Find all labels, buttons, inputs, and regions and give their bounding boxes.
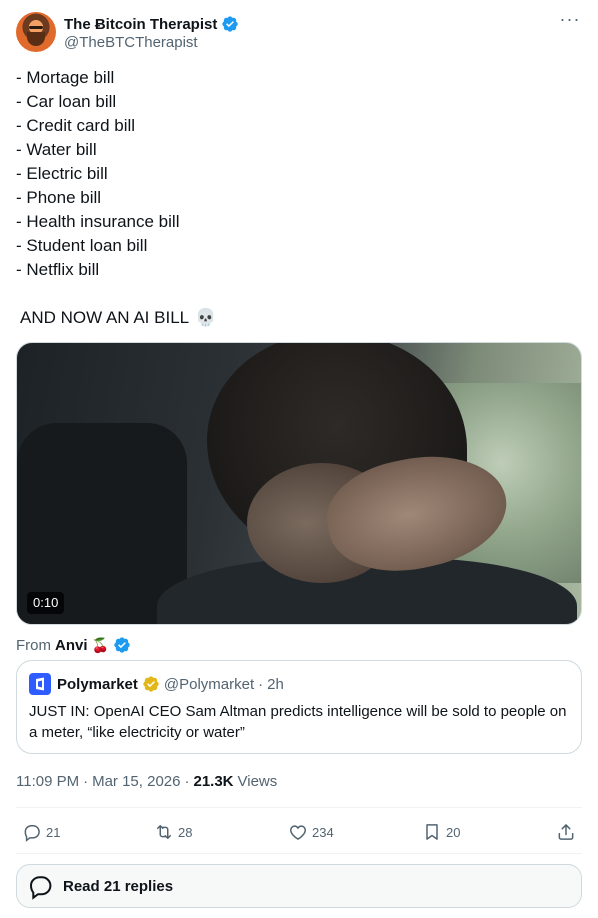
quoted-tweet[interactable]: Polymarket @Polymarket · 2h JUST IN: Ope… [16, 660, 582, 754]
closing-text: AND NOW AN AI BILL [20, 308, 190, 327]
divider [16, 853, 582, 854]
repost-count: 28 [178, 824, 193, 840]
closing-line: AND NOW AN AI BILL 💀 [20, 306, 216, 330]
tweet-text: - Mortage bill - Car loan bill - Credit … [16, 66, 582, 282]
bill-line: - Car loan bill [16, 92, 117, 111]
from-prefix: From [16, 636, 51, 654]
verified-badge-icon [222, 16, 239, 32]
cherry-emoji-icon: 🍒 [91, 636, 109, 653]
bill-line: - Mortage bill [16, 68, 115, 87]
like-count: 234 [312, 824, 334, 840]
divider [16, 807, 582, 808]
avatar-beard [27, 32, 45, 46]
heart-icon [290, 825, 306, 840]
bill-line: - Electric bill [16, 164, 108, 183]
reply-icon [24, 825, 40, 842]
meta-separator: · [83, 772, 89, 790]
bookmark-icon [426, 824, 438, 840]
reply-button[interactable]: 21 [22, 818, 60, 846]
from-source[interactable]: Anvi [55, 637, 88, 654]
tweet-date[interactable]: Mar 15, 2026 [92, 773, 180, 790]
bill-line: - Credit card bill [16, 116, 136, 135]
read-replies-label: Read 21 replies [63, 877, 174, 895]
repost-icon [157, 825, 171, 839]
author-handle[interactable]: @TheBTCTherapist [64, 34, 198, 51]
bill-line: - Water bill [16, 140, 97, 159]
verified-badge-icon [114, 637, 130, 653]
quoted-time[interactable]: 2h [267, 676, 284, 693]
repost-button[interactable]: 28 [154, 818, 192, 846]
action-bar: 21 28 234 20 [16, 818, 582, 846]
bill-line: - Phone bill [16, 188, 102, 207]
gold-verified-badge-icon [143, 676, 159, 692]
views-label: Views [237, 772, 278, 790]
like-button[interactable]: 234 [288, 818, 334, 846]
tweet-time[interactable]: 11:09 PM [16, 773, 79, 790]
author-name-row: The Ƀitcoin Therapist [64, 14, 239, 34]
author-avatar[interactable] [16, 12, 56, 52]
video-player[interactable]: 0:10 [16, 342, 582, 625]
replies-bubble-icon [29, 876, 52, 900]
video-attribution: From Anvi 🍒 [16, 633, 131, 657]
bill-line: - Netflix bill [16, 260, 100, 279]
bill-line: - Student loan bill [16, 236, 148, 255]
reply-count: 21 [46, 824, 61, 840]
more-options-icon[interactable]: ··· [558, 10, 582, 32]
polymarket-logo-icon[interactable] [29, 673, 51, 695]
quoted-separator: · [258, 675, 264, 693]
quoted-tweet-header: Polymarket @Polymarket · 2h [29, 673, 284, 695]
quoted-author-name[interactable]: Polymarket [57, 676, 138, 693]
share-button[interactable] [556, 818, 576, 846]
bookmark-count: 20 [446, 824, 461, 840]
author-display-name[interactable]: The Ƀitcoin Therapist [64, 16, 217, 33]
tweet-meta: 11:09 PM · Mar 15, 2026 · 21.3K Views [16, 771, 277, 791]
meta-separator: · [184, 772, 190, 790]
quoted-tweet-text: JUST IN: OpenAI CEO Sam Altman predicts … [29, 703, 567, 741]
share-icon [558, 824, 574, 840]
video-duration: 0:10 [27, 592, 65, 614]
avatar-eyes [29, 26, 43, 29]
skull-emoji-icon: 💀 [195, 308, 217, 327]
bookmark-button[interactable]: 20 [422, 818, 460, 846]
read-replies-button[interactable]: Read 21 replies [16, 864, 582, 908]
views-count: 21.3K [193, 772, 234, 790]
tweet-header: The Ƀitcoin Therapist @TheBTCTherapist ·… [16, 10, 582, 56]
bill-line: - Health insurance bill [16, 212, 180, 231]
quoted-author-handle[interactable]: @Polymarket [164, 676, 254, 693]
